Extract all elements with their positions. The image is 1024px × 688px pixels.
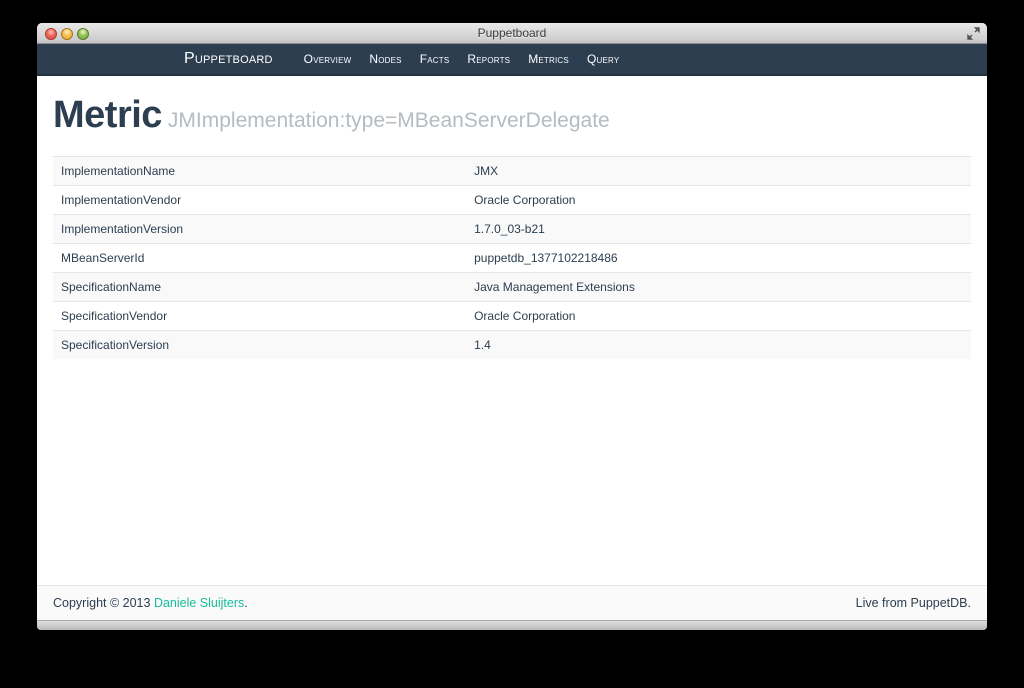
page-subtitle: JMImplementation:type=MBeanServerDelegat… bbox=[168, 109, 610, 132]
nav-item-reports[interactable]: Reports bbox=[458, 52, 519, 66]
metric-key: ImplementationName bbox=[53, 157, 466, 186]
close-button[interactable] bbox=[45, 28, 57, 40]
traffic-lights bbox=[45, 23, 89, 44]
copyright-suffix: . bbox=[244, 596, 247, 610]
window-bottom-chrome bbox=[37, 620, 987, 630]
table-row: ImplementationVersion 1.7.0_03-b21 bbox=[53, 215, 971, 244]
metric-value: Oracle Corporation bbox=[466, 186, 971, 215]
zoom-button[interactable] bbox=[77, 28, 89, 40]
metric-key: ImplementationVendor bbox=[53, 186, 466, 215]
metric-key: SpecificationName bbox=[53, 273, 466, 302]
table-row: SpecificationName Java Management Extens… bbox=[53, 273, 971, 302]
metric-key: MBeanServerId bbox=[53, 244, 466, 273]
metric-key: SpecificationVendor bbox=[53, 302, 466, 331]
puppetdb-status: Live from PuppetDB. bbox=[856, 596, 971, 610]
fullscreen-icon[interactable] bbox=[966, 26, 981, 41]
metric-key: ImplementationVersion bbox=[53, 215, 466, 244]
table-row: MBeanServerId puppetdb_1377102218486 bbox=[53, 244, 971, 273]
footer: Copyright © 2013 Daniele Sluijters. Live… bbox=[37, 585, 987, 620]
nav-item-overview[interactable]: Overview bbox=[295, 52, 361, 66]
nav-list: Overview Nodes Facts Reports Metrics Que… bbox=[295, 50, 629, 68]
nav-item-query[interactable]: Query bbox=[578, 52, 628, 66]
table-row: ImplementationVendor Oracle Corporation bbox=[53, 186, 971, 215]
copyright-text: Copyright © 2013 Daniele Sluijters. bbox=[53, 596, 248, 610]
window-title: Puppetboard bbox=[478, 26, 547, 40]
metric-value: 1.4 bbox=[466, 331, 971, 360]
metric-value: puppetdb_1377102218486 bbox=[466, 244, 971, 273]
main-content: Metric JMImplementation:type=MBeanServerD… bbox=[37, 76, 987, 585]
page-title: Metric bbox=[53, 94, 162, 136]
table-row: SpecificationVendor Oracle Corporation bbox=[53, 302, 971, 331]
metric-value: 1.7.0_03-b21 bbox=[466, 215, 971, 244]
metric-key: SpecificationVersion bbox=[53, 331, 466, 360]
app-window: Puppetboard Puppetboard Overview Nodes F… bbox=[37, 23, 987, 630]
table-row: SpecificationVersion 1.4 bbox=[53, 331, 971, 360]
navbar-brand[interactable]: Puppetboard bbox=[184, 50, 273, 68]
table-row: ImplementationName JMX bbox=[53, 157, 971, 186]
author-link[interactable]: Daniele Sluijters bbox=[154, 596, 244, 610]
nav-item-facts[interactable]: Facts bbox=[411, 52, 459, 66]
page-heading: Metric JMImplementation:type=MBeanServerD… bbox=[53, 96, 971, 134]
metric-table: ImplementationName JMX ImplementationVen… bbox=[53, 156, 971, 359]
metric-value: JMX bbox=[466, 157, 971, 186]
minimize-button[interactable] bbox=[61, 28, 73, 40]
window-titlebar[interactable]: Puppetboard bbox=[37, 23, 987, 44]
nav-item-metrics[interactable]: Metrics bbox=[519, 52, 578, 66]
nav-item-nodes[interactable]: Nodes bbox=[360, 52, 410, 66]
navbar: Puppetboard Overview Nodes Facts Reports… bbox=[37, 44, 987, 76]
metric-value: Java Management Extensions bbox=[466, 273, 971, 302]
copyright-prefix: Copyright © 2013 bbox=[53, 596, 154, 610]
metric-value: Oracle Corporation bbox=[466, 302, 971, 331]
